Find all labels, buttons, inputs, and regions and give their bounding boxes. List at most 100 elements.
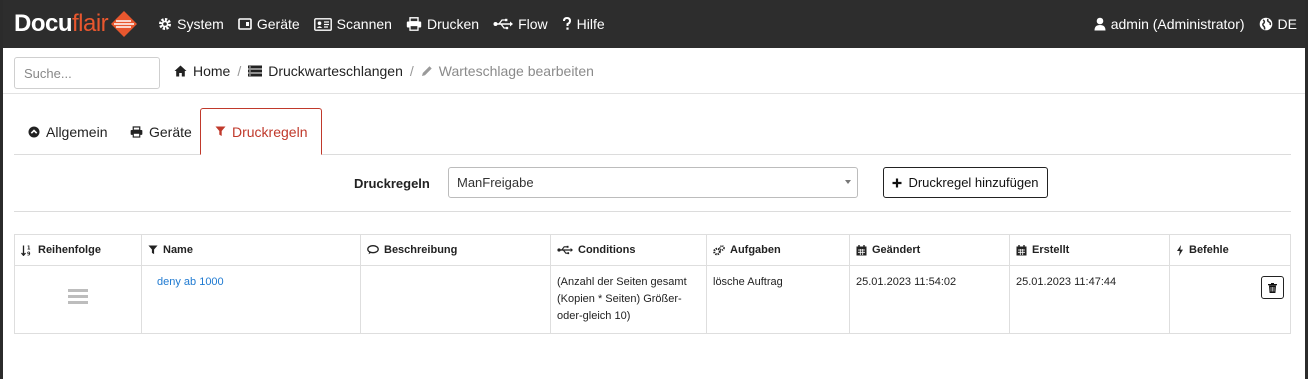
nav-geraete-label: Geräte (256, 16, 300, 32)
rule-name-link[interactable]: deny ab 1000 (157, 276, 224, 288)
cell-order (14, 265, 142, 334)
chevron-up-circle-icon (28, 126, 40, 137)
tab-druckregeln-label: Druckregeln (232, 123, 308, 140)
logo-text-docu: Docu (14, 10, 73, 37)
tab-allgemein-label: Allgemein (46, 123, 108, 140)
tab-geraete-label: Geräte (149, 123, 192, 140)
tab-allgemein[interactable]: Allgemein (14, 108, 121, 155)
column-header-changed[interactable]: Geändert (849, 234, 1010, 266)
column-header-conditions-label: Conditions (578, 244, 636, 256)
column-header-changed-label: Geändert (872, 244, 921, 256)
nav-hilfe[interactable]: Hilfe (562, 16, 605, 32)
top-navbar: Docu flair System Geräte Scannen Drucken… (0, 0, 1308, 48)
breadcrumb-current: Warteschlage bearbeiten (421, 63, 594, 79)
subheader: Home / Druckwarteschlangen / Warteschlag… (0, 48, 1308, 94)
calendar-icon (856, 244, 867, 255)
nav-flow-label: Flow (518, 16, 548, 32)
column-header-order-label: Reihenfolge (38, 244, 101, 256)
user-icon (1094, 17, 1106, 31)
cell-created: 25.01.2023 11:47:44 (1009, 265, 1170, 334)
nav-flow[interactable]: Flow (493, 16, 548, 32)
caret-down-icon (845, 180, 851, 184)
filter-icon (215, 126, 226, 136)
cell-name: deny ab 1000 (141, 265, 361, 334)
docuflair-diamond-icon (111, 11, 138, 37)
rules-table: 19 Reihenfolge Name Beschreibung Conditi… (14, 234, 1291, 334)
table-header-row: 19 Reihenfolge Name Beschreibung Conditi… (14, 234, 1291, 266)
user-name: admin (Administrator) (1110, 16, 1245, 32)
column-header-description[interactable]: Beschreibung (360, 234, 551, 266)
tab-bar: Allgemein Geräte Druckregeln (14, 108, 1291, 155)
list-icon (248, 65, 263, 77)
column-header-name-label: Name (163, 244, 193, 256)
column-header-commands-label: Befehle (1189, 244, 1229, 256)
add-rule-button-label: Druckregel hinzufügen (908, 175, 1039, 190)
breadcrumb-queues[interactable]: Druckwarteschlangen (248, 63, 403, 79)
breadcrumb-separator: / (409, 63, 414, 79)
search-input[interactable] (14, 57, 160, 89)
column-header-commands: Befehle (1169, 234, 1291, 266)
cell-description (360, 265, 551, 334)
column-header-name[interactable]: Name (141, 234, 361, 266)
device-icon (238, 18, 252, 30)
cell-changed: 25.01.2023 11:54:02 (849, 265, 1010, 334)
printer-icon (406, 17, 422, 31)
globe-icon (1259, 17, 1272, 31)
calendar-icon (1016, 244, 1027, 255)
svg-text:9: 9 (27, 251, 31, 256)
pencil-icon (421, 66, 432, 76)
question-icon (562, 17, 571, 30)
rule-selection-row: Druckregeln ManFreigabe Druckregel hinzu… (14, 155, 1291, 212)
breadcrumb-queues-label: Druckwarteschlangen (268, 63, 403, 79)
language-menu[interactable]: DE (1259, 16, 1297, 32)
cell-commands (1169, 265, 1291, 334)
user-menu[interactable]: admin (Administrator) (1094, 16, 1245, 32)
usb-icon (557, 245, 573, 255)
nav-scannen[interactable]: Scannen (313, 16, 392, 32)
nav-scannen-label: Scannen (336, 16, 392, 32)
nav-hilfe-label: Hilfe (576, 16, 605, 32)
nav-system-label: System (177, 16, 224, 32)
rule-select-value: ManFreigabe (457, 175, 534, 190)
cell-conditions: (Anzahl der Seiten gesamt (Kopien * Seit… (550, 265, 707, 334)
bolt-icon (1177, 244, 1183, 256)
column-header-order[interactable]: 19 Reihenfolge (14, 234, 142, 266)
column-header-conditions[interactable]: Conditions (550, 234, 707, 266)
drag-handle-icon[interactable] (68, 286, 88, 307)
column-header-created[interactable]: Erstellt (1009, 234, 1170, 266)
breadcrumb-home[interactable]: Home (174, 63, 230, 79)
column-header-tasks-label: Aufgaben (730, 244, 781, 256)
comment-icon (367, 245, 379, 255)
nav-system[interactable]: System (158, 16, 224, 32)
sort-order-icon: 19 (21, 245, 31, 256)
nav-drucken[interactable]: Drucken (406, 16, 479, 32)
tab-geraete[interactable]: Geräte (116, 108, 206, 155)
add-rule-button[interactable]: Druckregel hinzufügen (883, 167, 1048, 198)
nav-drucken-label: Drucken (426, 16, 480, 32)
breadcrumb-separator: / (237, 63, 242, 79)
logo[interactable]: Docu flair (14, 0, 138, 48)
gears-icon (713, 244, 725, 255)
delete-rule-button[interactable] (1261, 276, 1284, 299)
gear-icon (159, 18, 172, 30)
logo-text-flair: flair (72, 10, 109, 37)
usb-icon (493, 18, 514, 30)
table-row: deny ab 1000 (Anzahl der Seiten gesamt (… (14, 265, 1291, 334)
breadcrumb: Home / Druckwarteschlangen / Warteschlag… (174, 48, 594, 94)
printer-icon (130, 125, 143, 138)
breadcrumb-home-label: Home (193, 63, 231, 79)
filter-icon (148, 245, 158, 255)
rule-select[interactable]: ManFreigabe (448, 167, 858, 198)
id-card-icon (313, 17, 332, 31)
home-icon (174, 65, 187, 77)
column-header-tasks[interactable]: Aufgaben (706, 234, 850, 266)
plus-icon (892, 178, 902, 187)
language-label: DE (1277, 16, 1297, 32)
rule-select-label: Druckregeln (354, 176, 430, 191)
nav-geraete[interactable]: Geräte (238, 16, 300, 32)
column-header-description-label: Beschreibung (384, 244, 458, 256)
tab-druckregeln[interactable]: Druckregeln (200, 108, 323, 155)
cell-tasks: lösche Auftrag (706, 265, 850, 334)
column-header-created-label: Erstellt (1032, 244, 1070, 256)
breadcrumb-current-label: Warteschlage bearbeiten (438, 63, 594, 79)
